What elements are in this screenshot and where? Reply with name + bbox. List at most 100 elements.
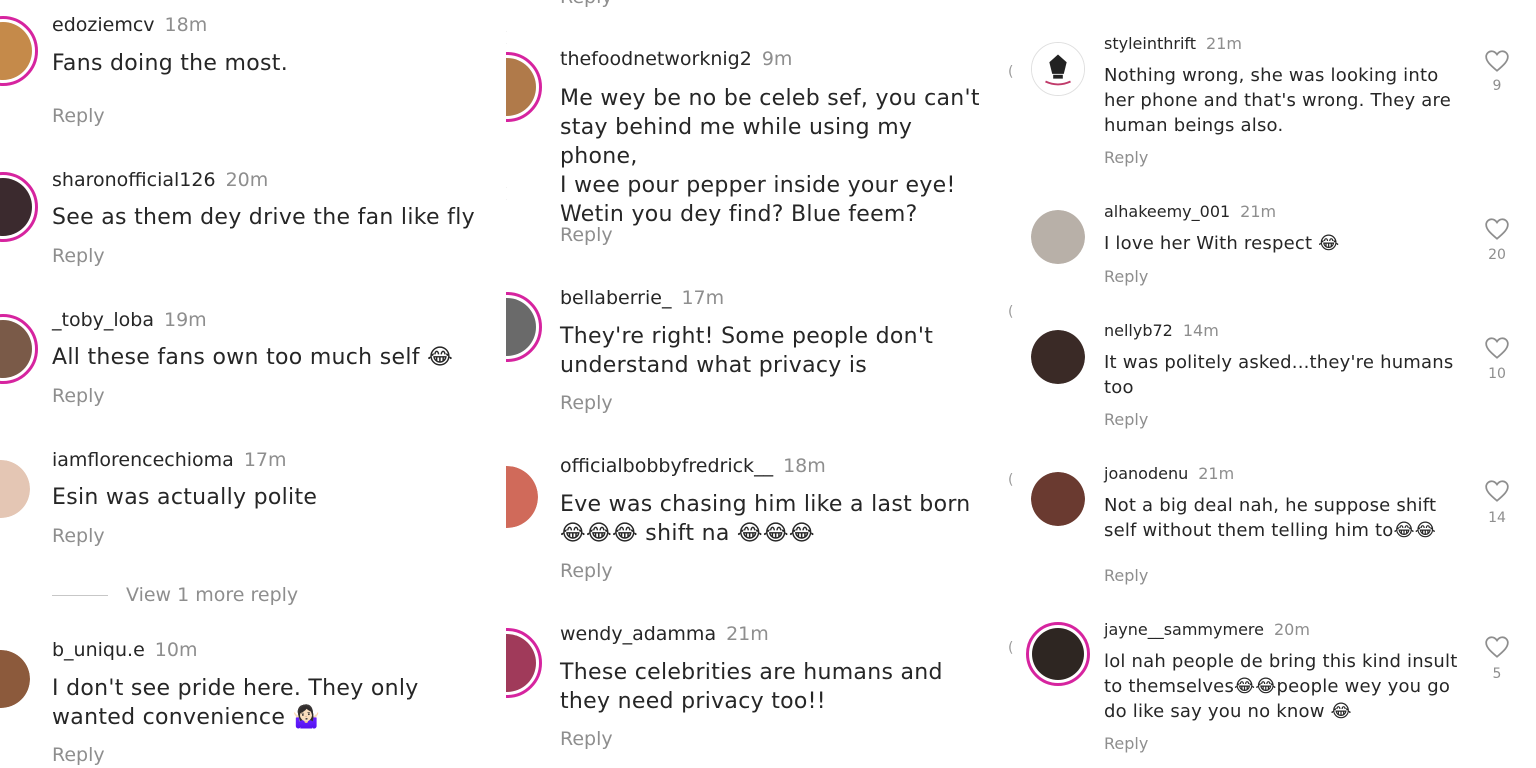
comment-text: They're right! Some people don't underst… <box>560 324 934 378</box>
comment-time: 21m <box>1206 34 1242 53</box>
reply-button[interactable]: Reply <box>560 392 613 414</box>
reply-button[interactable]: Reply <box>52 105 105 127</box>
heart-icon[interactable] <box>1484 216 1510 242</box>
comment-time: 14m <box>1182 321 1219 340</box>
comment-text: These celebrities are humans and they ne… <box>560 660 943 714</box>
username-text[interactable]: b_uniqu.e <box>52 639 145 661</box>
edge-mark: ( <box>506 30 507 46</box>
username-text[interactable]: _toby_loba <box>52 309 154 331</box>
comments-column-3: ( ( ( ( styleinthrift 21m Nothing wrong, … <box>1006 0 1536 768</box>
avatar[interactable] <box>0 650 30 708</box>
comment-username[interactable]: bellaberrie_ 17m <box>560 287 724 309</box>
username-text[interactable]: styleinthrift <box>1104 34 1196 53</box>
reply-button[interactable]: Reply <box>560 0 613 8</box>
comment-text: See as them dey drive the fan like fly <box>52 205 475 230</box>
avatar[interactable] <box>1031 42 1085 96</box>
comment-text: Eve was chasing him like a last born 😂😂😂… <box>560 492 971 546</box>
username-text[interactable]: wendy_adamma <box>560 623 716 645</box>
reply-button[interactable]: Reply <box>1104 410 1148 429</box>
comment-username[interactable]: thefoodnetworknig2 9m <box>560 48 792 70</box>
username-text[interactable]: iamflorencechioma <box>52 449 234 471</box>
avatar[interactable] <box>1031 210 1085 264</box>
comment-time: 20m <box>225 169 269 191</box>
avatar[interactable] <box>506 292 542 362</box>
comment-text: Not a big deal nah, he suppose shift sel… <box>1104 495 1437 541</box>
avatar[interactable] <box>506 52 542 122</box>
reply-button[interactable]: Reply <box>52 385 105 407</box>
heart-icon[interactable] <box>1484 48 1510 74</box>
comment-time: 10m <box>154 639 198 661</box>
comment-text: I love her With respect 😂 <box>1104 233 1340 254</box>
avatar[interactable] <box>1031 330 1085 384</box>
heart-icon[interactable] <box>1484 634 1510 660</box>
comment-username[interactable]: _toby_loba 19m <box>52 309 207 331</box>
username-text[interactable]: jayne__sammymere <box>1104 620 1264 639</box>
edge-mark: ( <box>506 186 507 202</box>
comment-time: 21m <box>726 623 769 645</box>
comment-username[interactable]: nellyb72 14m <box>1104 321 1219 340</box>
comments-column-2: Reply ( ( thefoodnetworknig2 9m Me wey be… <box>506 0 996 768</box>
heart-icon[interactable] <box>1484 478 1510 504</box>
avatar[interactable] <box>0 16 38 86</box>
comment-time: 9m <box>761 48 793 70</box>
username-text[interactable]: joanodenu <box>1104 464 1188 483</box>
comment-username[interactable]: edoziemcv 18m <box>52 14 207 36</box>
edge-mark: ( <box>1008 304 1014 320</box>
avatar[interactable] <box>506 466 538 528</box>
comment-username[interactable]: styleinthrift 21m <box>1104 34 1242 53</box>
comment-username[interactable]: wendy_adamma 21m <box>560 623 769 645</box>
like-count: 20 <box>1488 247 1506 263</box>
comment-username[interactable]: alhakeemy_001 21m <box>1104 202 1276 221</box>
username-text[interactable]: alhakeemy_001 <box>1104 202 1230 221</box>
comment-text: Nothing wrong, she was looking into her … <box>1104 65 1452 136</box>
comment-username[interactable]: officialbobbyfredrick__ 18m <box>560 455 826 477</box>
avatar[interactable] <box>0 314 38 384</box>
edge-mark: ( <box>1008 472 1014 488</box>
reply-button[interactable]: Reply <box>1104 566 1148 585</box>
comment-username[interactable]: jayne__sammymere 20m <box>1104 620 1310 639</box>
brand-logo-icon <box>1032 43 1084 95</box>
reply-button[interactable]: Reply <box>560 728 613 750</box>
reply-button[interactable]: Reply <box>1104 148 1148 167</box>
comment-username[interactable]: sharonofficial126 20m <box>52 169 268 191</box>
username-text[interactable]: edoziemcv <box>52 14 155 36</box>
like-count: 14 <box>1488 510 1506 526</box>
username-text[interactable]: sharonofficial126 <box>52 169 216 191</box>
comment-time: 17m <box>681 287 725 309</box>
avatar[interactable] <box>1026 622 1090 686</box>
reply-button[interactable]: Reply <box>1104 267 1148 286</box>
comment-time: 21m <box>1198 464 1235 483</box>
comment-time: 18m <box>164 14 208 36</box>
view-more-label[interactable]: View 1 more reply <box>126 584 298 606</box>
username-text[interactable]: nellyb72 <box>1104 321 1173 340</box>
username-text[interactable]: bellaberrie_ <box>560 287 671 309</box>
reply-button[interactable]: Reply <box>1104 734 1148 753</box>
like-count: 9 <box>1492 78 1502 94</box>
comment-text: lol nah people de bring this kind insult… <box>1104 651 1458 722</box>
edge-mark: ( <box>1008 640 1014 656</box>
username-text[interactable]: officialbobbyfredrick__ <box>560 455 773 477</box>
heart-icon[interactable] <box>1484 335 1510 361</box>
avatar[interactable] <box>506 628 542 698</box>
reply-button[interactable]: Reply <box>52 744 105 766</box>
avatar[interactable] <box>0 460 30 518</box>
view-more-replies[interactable]: View 1 more reply <box>52 584 298 606</box>
username-text[interactable]: thefoodnetworknig2 <box>560 48 752 70</box>
comment-username[interactable]: iamflorencechioma 17m <box>52 449 287 471</box>
avatar[interactable] <box>1031 472 1085 526</box>
reply-button[interactable]: Reply <box>52 525 105 547</box>
reply-button[interactable]: Reply <box>560 224 613 246</box>
edge-mark: ( <box>1008 64 1014 80</box>
comment-time: 20m <box>1273 620 1310 639</box>
reply-button[interactable]: Reply <box>52 245 105 267</box>
comment-username[interactable]: joanodenu 21m <box>1104 464 1234 483</box>
avatar[interactable] <box>0 172 38 242</box>
comment-username[interactable]: b_uniqu.e 10m <box>52 639 197 661</box>
reply-button[interactable]: Reply <box>560 560 613 582</box>
comment-time: 17m <box>243 449 287 471</box>
comments-column-1: edoziemcv 18m Fans doing the most. Reply … <box>0 0 490 768</box>
comment-text: It was politely asked...they're humans t… <box>1104 352 1454 398</box>
like-count: 10 <box>1488 366 1506 382</box>
comment-time: 19m <box>164 309 207 331</box>
comment-text: I don't see pride here. They only wanted… <box>52 676 419 730</box>
